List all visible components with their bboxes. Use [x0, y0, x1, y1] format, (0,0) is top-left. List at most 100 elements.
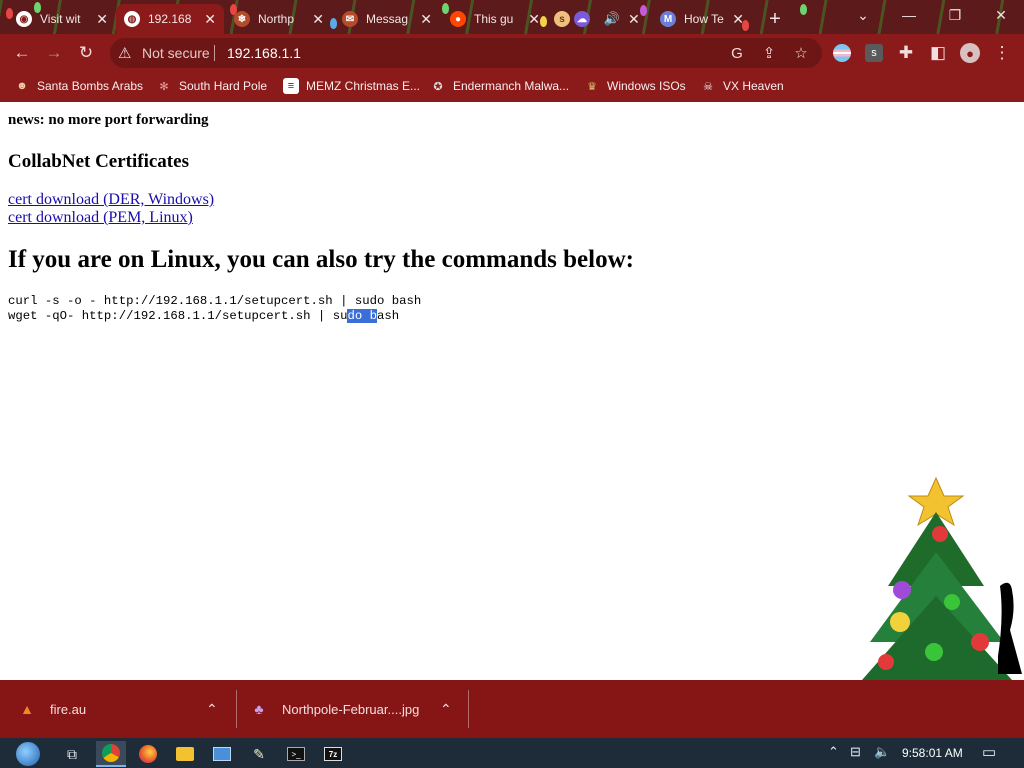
share-icon[interactable]: ⇪ — [758, 43, 780, 63]
wget-command-text: wget -qO- http://192.168.1.1/setupcert.s… — [8, 309, 348, 323]
bookmark-vx-heaven[interactable]: ☠ VX Heaven — [700, 78, 784, 94]
tab-title: Visit wit — [40, 12, 81, 26]
download-item-northpole-jpg[interactable]: ♣ Northpole-Februar....jpg ⌃ — [250, 680, 468, 738]
bookmark-label: VX Heaven — [723, 79, 784, 93]
task-view-button[interactable]: ⧉ — [57, 741, 87, 767]
certificates-heading: CollabNet Certificates — [8, 151, 189, 172]
tab-192-168[interactable]: ◍ 192.168 ✕ — [116, 4, 224, 34]
tab-extension[interactable]: s ☁ — [550, 4, 598, 34]
more-vertical-icon: ⋮ — [993, 43, 1011, 62]
taskbar-app-window[interactable] — [207, 741, 237, 767]
start-button[interactable] — [10, 741, 46, 767]
linux-heading: If you are on Linux, you can also try th… — [8, 246, 634, 273]
bookmark-label: Windows ISOs — [607, 79, 686, 93]
ornament — [971, 633, 989, 651]
tab-visit[interactable]: ◉ Visit wit ✕ — [8, 4, 116, 34]
wget-command-text-end: ash — [376, 309, 400, 323]
bookmark-memz-christmas[interactable]: ≡ MEMZ Christmas E... — [283, 78, 420, 94]
folder-icon — [176, 747, 194, 761]
reload-icon: ↻ — [78, 43, 94, 62]
light-bulb-decoration — [800, 4, 807, 15]
close-tab-icon[interactable]: ✕ — [528, 11, 540, 28]
security-label[interactable]: Not secure — [142, 45, 210, 61]
warning-icon[interactable]: ⚠ — [118, 44, 131, 62]
tab-reddit[interactable]: ● This gu ✕ — [442, 4, 548, 34]
document-icon: ≡ — [283, 78, 299, 94]
bookmark-windows-isos[interactable]: ♛ Windows ISOs — [584, 78, 686, 94]
reload-button[interactable]: ↻ — [72, 40, 100, 66]
bookmark-santa-bombs-arabs[interactable]: ☻ Santa Bombs Arabs — [14, 78, 143, 94]
profile-button[interactable]: ● — [956, 40, 984, 66]
bookmarks-bar: ☻ Santa Bombs Arabs ✻ South Hard Pole ≡ … — [0, 72, 1024, 102]
extensions-button[interactable]: ✚ — [892, 40, 920, 66]
tab-message[interactable]: ✉ Messag ✕ — [334, 4, 440, 34]
download-filename: fire.au — [50, 701, 87, 717]
pem-linux-download-link[interactable]: cert download (PEM, Linux) — [8, 209, 193, 227]
menu-button[interactable]: ⋮ — [988, 40, 1016, 66]
reddit-icon: ● — [450, 11, 466, 27]
extension-icon: s — [554, 11, 570, 27]
volume-icon[interactable]: 🔈 — [874, 744, 890, 760]
restore-button[interactable]: ❐ — [932, 0, 978, 30]
taskbar-command-prompt[interactable]: >_ — [281, 741, 311, 767]
close-tab-icon[interactable]: ✕ — [312, 11, 324, 28]
message-icon: ✉ — [342, 11, 358, 27]
tab-search-button[interactable]: ⌄ — [840, 0, 886, 30]
close-tab-icon[interactable]: ✕ — [420, 11, 432, 28]
taskbar-notepad[interactable]: ✎ — [244, 741, 274, 767]
plus-icon: + — [769, 7, 781, 30]
close-tab-icon[interactable]: ✕ — [204, 11, 216, 28]
profile-flag-button[interactable] — [828, 40, 856, 66]
bookmark-south-hard-pole[interactable]: ✻ South Hard Pole — [156, 78, 267, 94]
task-view-icon: ⧉ — [67, 745, 77, 762]
clock[interactable]: 9:58:01 AM — [902, 746, 963, 760]
chrome-icon: ◉ — [16, 11, 32, 27]
extension-s-button[interactable]: s — [860, 40, 888, 66]
m-icon: M — [660, 11, 676, 27]
side-panel-button[interactable]: ◧ — [924, 40, 952, 66]
chevron-up-icon[interactable]: ⌃ — [440, 701, 452, 718]
bookmark-star-icon[interactable]: ☆ — [790, 43, 812, 63]
close-tab-icon[interactable]: ✕ — [96, 11, 108, 28]
puzzle-icon: ✚ — [898, 43, 914, 62]
taskbar-file-explorer[interactable] — [170, 741, 200, 767]
close-tab-icon[interactable]: ✕ — [628, 11, 640, 28]
news-text: news: no more port forwarding — [8, 112, 209, 128]
curl-command[interactable]: curl -s -o - http://192.168.1.1/setupcer… — [8, 294, 421, 309]
address-bar[interactable]: ⚠ Not secure 192.168.1.1 G ⇪ ☆ — [110, 38, 822, 68]
selected-text: do b — [347, 309, 377, 323]
wget-command[interactable]: wget -qO- http://192.168.1.1/setupcert.s… — [8, 309, 399, 324]
divider — [236, 690, 237, 728]
taskbar-firefox[interactable] — [133, 741, 163, 767]
ornament — [890, 612, 910, 632]
browser-toolbar: ← → ↻ ⚠ Not secure 192.168.1.1 G ⇪ ☆ s ✚… — [0, 34, 1024, 72]
tab-audio[interactable]: 🔊 ✕ — [600, 4, 650, 34]
taskbar-7zip[interactable]: 7z — [318, 741, 348, 767]
chevron-up-icon[interactable]: ⌃ — [206, 701, 218, 718]
close-tab-icon[interactable]: ✕ — [732, 11, 744, 28]
close-window-button[interactable]: ✕ — [978, 0, 1024, 30]
new-tab-button[interactable]: + — [758, 4, 792, 34]
bookmark-endermanch-malware[interactable]: ✪ Endermanch Malwa... — [430, 78, 569, 94]
forward-button[interactable]: → — [40, 40, 68, 66]
network-icon[interactable]: ⊟ — [850, 744, 861, 760]
s-extension-icon: s — [865, 44, 883, 62]
url-text[interactable]: 192.168.1.1 — [227, 45, 301, 61]
tab-title: This gu — [474, 12, 514, 26]
tab-northpole[interactable]: ❄ Northp ✕ — [226, 4, 332, 34]
divider — [214, 45, 215, 61]
close-icon: ✕ — [995, 6, 1007, 23]
tray-overflow-icon[interactable]: ⌃ — [828, 744, 839, 760]
minimize-button[interactable]: — — [886, 0, 932, 30]
person-icon: ☻ — [16, 80, 28, 92]
der-windows-download-link[interactable]: cert download (DER, Windows) — [8, 191, 214, 209]
tab-title: Northp — [258, 12, 295, 26]
bookmark-label: MEMZ Christmas E... — [306, 79, 421, 93]
taskbar-chrome[interactable] — [96, 741, 126, 767]
tab-how-to[interactable]: M How Te ✕ — [652, 4, 752, 34]
download-item-fire-au[interactable]: ▲ fire.au ⌃ — [18, 680, 238, 738]
side-panel-icon: ◧ — [929, 43, 947, 62]
notifications-icon[interactable]: ▭ — [982, 743, 996, 761]
back-button[interactable]: ← — [8, 40, 36, 66]
google-icon[interactable]: G — [726, 43, 748, 63]
